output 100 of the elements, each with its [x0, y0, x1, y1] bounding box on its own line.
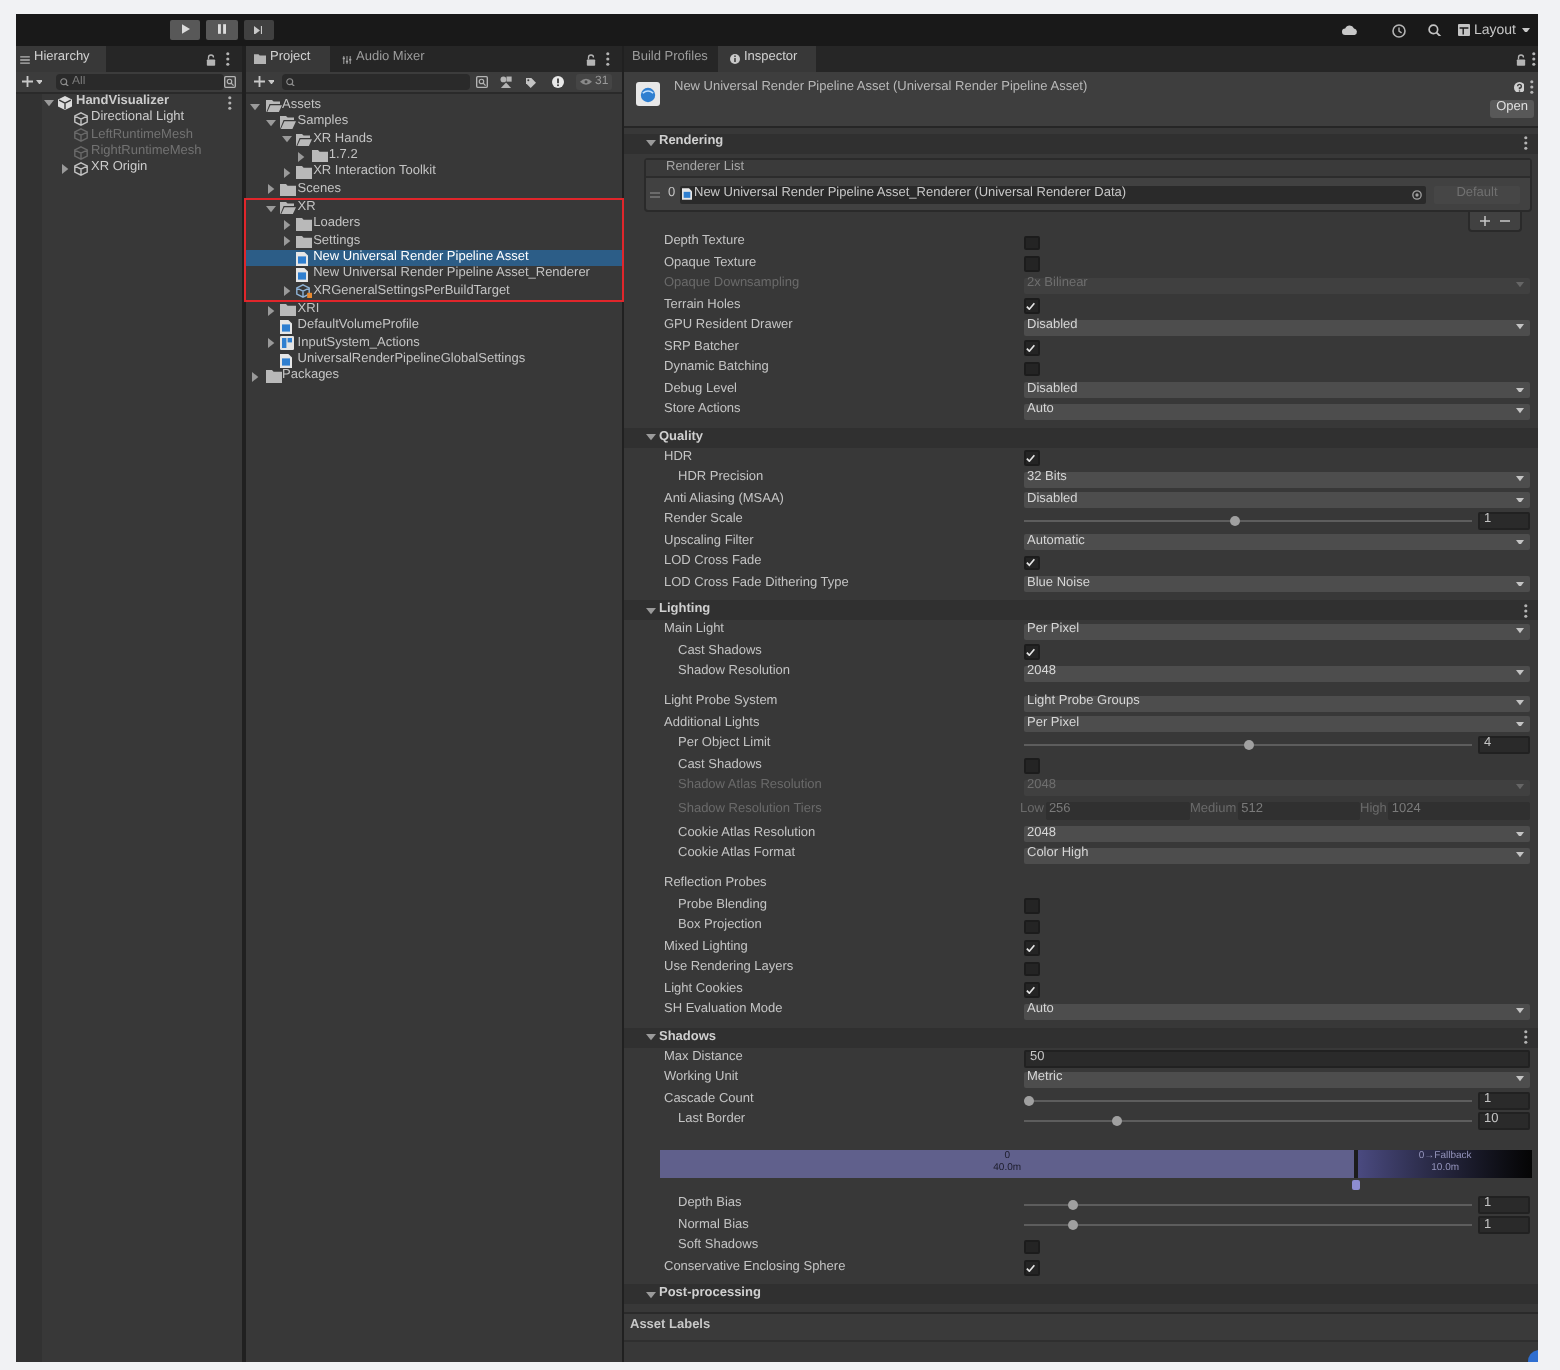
slider-thumb[interactable] — [1067, 1220, 1078, 1231]
slider-track[interactable] — [1024, 1095, 1473, 1106]
caret-right-icon[interactable] — [265, 184, 276, 195]
checkbox[interactable] — [1024, 450, 1039, 466]
caret-right-icon[interactable] — [250, 371, 260, 382]
asset-file-icon — [280, 319, 293, 334]
alert-circle-icon[interactable] — [552, 76, 564, 88]
caret-down-icon — [1516, 1076, 1524, 1082]
caret-down-icon[interactable] — [265, 117, 276, 128]
caret-down-icon[interactable] — [265, 203, 276, 214]
checkbox[interactable] — [1024, 1239, 1039, 1255]
slider-thumb[interactable] — [1111, 1116, 1122, 1127]
lock-icon[interactable] — [1516, 53, 1527, 65]
caret-down-icon — [267, 79, 274, 85]
checkbox[interactable] — [1024, 256, 1039, 272]
plus-icon — [1480, 216, 1490, 227]
search-icon — [286, 77, 295, 87]
caret-down-icon — [1516, 476, 1524, 482]
pause-button[interactable] — [205, 19, 238, 41]
slider-track[interactable] — [1024, 1220, 1473, 1231]
checkmark-icon — [1026, 943, 1037, 953]
caret-down-icon — [1516, 282, 1524, 288]
slider-track[interactable] — [1024, 1199, 1473, 1210]
history-icon[interactable] — [1392, 23, 1407, 37]
checkbox[interactable] — [1024, 340, 1039, 356]
caret-right-icon[interactable] — [281, 219, 292, 230]
slider-track[interactable] — [1024, 740, 1473, 751]
search-window-icon[interactable] — [476, 76, 488, 88]
checkbox[interactable] — [1024, 982, 1039, 998]
caret-down-icon[interactable] — [645, 432, 655, 443]
caret-down-icon — [35, 79, 42, 85]
help-icon[interactable] — [1513, 81, 1525, 93]
caret-right-icon[interactable] — [265, 305, 276, 316]
lock-icon[interactable] — [586, 53, 597, 65]
caret-down-icon[interactable] — [645, 138, 655, 149]
checkmark-icon — [1026, 1263, 1037, 1273]
step-button[interactable] — [243, 19, 274, 41]
layout-icon — [1457, 24, 1470, 36]
slider-thumb[interactable] — [1230, 516, 1241, 527]
minus-icon — [1500, 220, 1510, 223]
caret-right-icon[interactable] — [281, 286, 292, 297]
asset-file-icon — [280, 353, 293, 368]
caret-down-icon[interactable] — [281, 134, 292, 145]
checkbox[interactable] — [1024, 235, 1039, 251]
slider-track[interactable] — [1024, 1116, 1473, 1127]
caret-right-icon[interactable] — [296, 151, 307, 162]
cloud-icon[interactable] — [1342, 24, 1359, 36]
checkmark-icon — [1026, 343, 1037, 353]
checkbox[interactable] — [1024, 919, 1039, 935]
add-button[interactable] — [1480, 216, 1490, 227]
list-icon — [20, 55, 30, 63]
object-picker-icon[interactable] — [1412, 189, 1422, 200]
lock-icon[interactable] — [206, 53, 217, 65]
caret-right-icon[interactable] — [265, 338, 276, 349]
caret-down-icon[interactable] — [645, 1032, 655, 1043]
asset-file-icon — [682, 188, 692, 201]
caret-down-icon[interactable] — [250, 101, 260, 112]
checkbox[interactable] — [1024, 361, 1039, 377]
shapes-icon[interactable] — [500, 76, 512, 88]
plus-icon — [254, 76, 265, 88]
checkbox[interactable] — [1024, 961, 1039, 977]
drag-handle-icon[interactable] — [650, 191, 660, 198]
caret-right-icon[interactable] — [59, 163, 69, 174]
slider-thumb[interactable] — [1024, 1095, 1034, 1106]
asset-icon — [636, 82, 660, 106]
caret-down-icon — [1516, 1008, 1524, 1014]
play-button[interactable] — [170, 19, 200, 41]
search-field[interactable] — [282, 74, 470, 90]
checkmark-icon — [1026, 985, 1037, 995]
pause-icon — [217, 24, 226, 35]
checkbox[interactable] — [1024, 298, 1039, 314]
corner-badge-icon[interactable] — [1528, 1350, 1538, 1362]
checkbox[interactable] — [1024, 758, 1039, 774]
create-button[interactable] — [20, 74, 44, 90]
checkbox[interactable] — [1024, 644, 1039, 660]
slider-thumb[interactable] — [1067, 1199, 1078, 1210]
caret-down-icon — [1516, 628, 1524, 634]
open-folder-icon — [280, 116, 297, 130]
checkbox[interactable] — [1024, 898, 1039, 914]
checkbox[interactable] — [1024, 940, 1039, 956]
split-handle[interactable] — [1352, 1180, 1361, 1191]
caret-down-icon — [1516, 581, 1524, 587]
caret-down-icon — [1522, 27, 1530, 33]
search-window-icon[interactable] — [224, 76, 236, 88]
caret-right-icon[interactable] — [281, 167, 292, 178]
caret-down-icon[interactable] — [645, 1289, 655, 1300]
checkmark-icon — [1026, 558, 1037, 568]
slider-thumb[interactable] — [1243, 740, 1254, 751]
info-icon — [729, 54, 740, 64]
create-button[interactable] — [252, 74, 276, 90]
open-folder-icon — [296, 133, 313, 147]
mixer-icon — [342, 55, 352, 63]
slider-track[interactable] — [1024, 516, 1473, 527]
search-icon[interactable] — [1428, 23, 1442, 37]
cube-icon — [296, 284, 313, 299]
checkbox[interactable] — [1024, 555, 1039, 571]
tag-icon[interactable] — [526, 77, 536, 87]
folder-icon — [280, 303, 297, 317]
caret-down-icon[interactable] — [645, 605, 655, 616]
checkbox[interactable] — [1024, 1260, 1039, 1276]
